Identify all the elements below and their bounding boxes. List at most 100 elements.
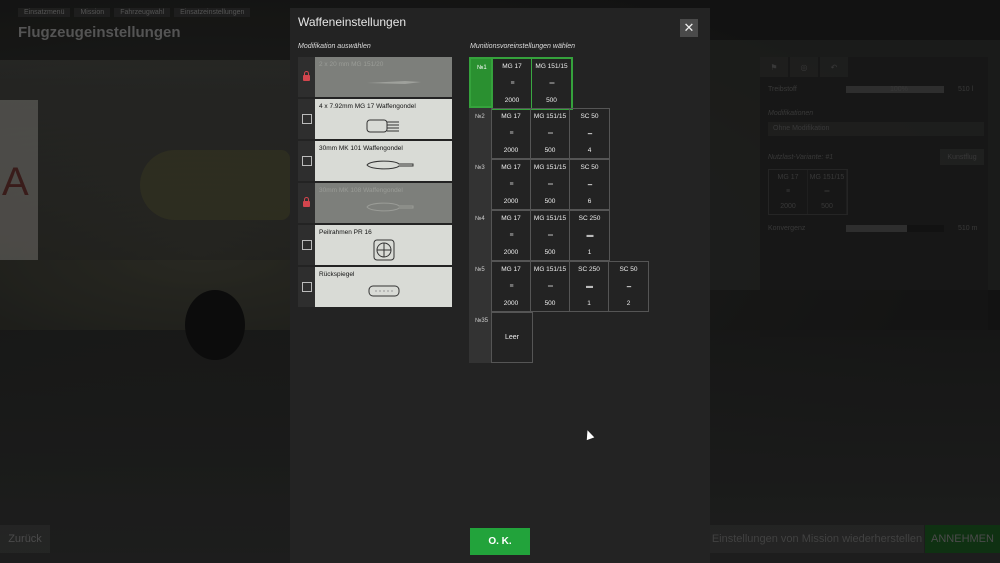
ammo-count: 500	[544, 198, 556, 205]
close-button[interactable]: ✕	[680, 19, 698, 37]
ammo-name: SC 50	[580, 113, 599, 120]
bullet-icon: ≡	[509, 181, 513, 188]
shell-icon: ═	[548, 130, 553, 137]
gun-pod-icon	[366, 119, 399, 133]
ammo-name: SC 50	[580, 164, 599, 171]
shell-icon: ═	[549, 80, 555, 87]
modification-card[interactable]: 4 x 7.92mm MG 17 Waffengondel	[315, 99, 452, 139]
ammo-cell: MG 17 ≡ 2000	[492, 160, 531, 209]
modification-item[interactable]: 30mm MK 108 Waffengondel	[298, 183, 454, 223]
ammo-name: MG 151/15	[533, 113, 567, 120]
ammo-name: MG 151/15	[533, 215, 567, 222]
modification-name: Rückspiegel	[319, 271, 355, 278]
modification-card[interactable]: 30mm MK 108 Waffengondel	[315, 183, 452, 223]
modification-item[interactable]: 4 x 7.92mm MG 17 Waffengondel	[298, 99, 454, 139]
bomb-icon: ━	[587, 181, 592, 189]
cannon-pod-icon	[366, 160, 414, 170]
ammo-cell: MG 151/15 ═ 500	[531, 211, 570, 260]
modification-name: Peilrahmen PR 16	[319, 229, 372, 236]
modification-card[interactable]: Rückspiegel	[315, 267, 452, 307]
preset-number: №5	[469, 261, 491, 312]
ammo-cell: MG 17 ≡ 2000	[493, 59, 532, 108]
preset-3[interactable]: №3 MG 17 ≡ 2000 MG 151/15 ═ 500 SC 50 ━ 6	[469, 159, 649, 211]
bomb-icon: ▬	[586, 283, 593, 290]
empty-loadout: Leer	[504, 334, 519, 341]
ammo-name: SC 250	[578, 266, 600, 273]
ammo-name: MG 151/15	[535, 63, 568, 70]
ammo-count: 2	[626, 300, 631, 307]
shell-icon: ═	[548, 232, 553, 239]
modification-card[interactable]: 30mm MK 101 Waffengondel	[315, 141, 452, 181]
preset-loadout[interactable]: MG 17 ≡ 2000 MG 151/15 ═ 500 SC 250 ▬ 1	[491, 210, 610, 261]
ammo-name: SC 50	[619, 266, 638, 273]
bullet-icon: ≡	[509, 283, 513, 290]
ammo-name: MG 17	[501, 164, 521, 171]
preset-1[interactable]: №1 MG 17 ≡ 2000 MG 151/15 ═ 500	[469, 57, 649, 110]
ammo-name: MG 17	[501, 266, 521, 273]
lock-icon	[298, 57, 315, 97]
preset-4[interactable]: №4 MG 17 ≡ 2000 MG 151/15 ═ 500 SC 250 ▬ 1	[469, 210, 649, 262]
ammo-count: 500	[546, 97, 557, 104]
modification-checkbox[interactable]	[298, 225, 315, 265]
presets-heading: Munitionsvoreinstellungen wählen	[470, 43, 576, 50]
dialog-title: Waffeneinstellungen	[298, 15, 407, 29]
ammo-cell: MG 151/15 ═ 500	[531, 160, 570, 209]
preset-number: №3	[469, 159, 491, 210]
ammo-cell: MG 17 ≡ 2000	[492, 211, 531, 260]
ammo-count: 1	[587, 249, 592, 256]
ammo-count: 2000	[503, 249, 519, 256]
modification-checkbox[interactable]	[298, 99, 315, 139]
modification-name: 30mm MK 108 Waffengondel	[319, 187, 403, 194]
modification-name: 2 x 20 mm MG 151/20	[319, 61, 384, 68]
direction-finder-icon	[373, 239, 395, 261]
modification-item[interactable]: 2 x 20 mm MG 151/20	[298, 57, 454, 97]
modification-card[interactable]: 2 x 20 mm MG 151/20	[315, 57, 452, 97]
ammo-count: 2000	[504, 97, 520, 104]
modification-card[interactable]: Peilrahmen PR 16	[315, 225, 452, 265]
ammo-count: 2000	[503, 147, 519, 154]
shell-icon: ═	[548, 283, 553, 290]
bullet-icon: ≡	[509, 232, 513, 239]
ammo-cell: SC 250 ▬ 1	[570, 211, 609, 260]
ammo-name: MG 17	[502, 63, 522, 70]
ammo-cell: SC 250 ▬ 1	[570, 262, 609, 311]
modification-checkbox[interactable]	[298, 141, 315, 181]
ammo-count: 2000	[503, 198, 519, 205]
preset-2[interactable]: №2 MG 17 ≡ 2000 MG 151/15 ═ 500 SC 50 ━ 4	[469, 108, 649, 160]
preset-loadout[interactable]: Leer	[491, 312, 533, 363]
preset-number: №35	[469, 312, 491, 363]
preset-number: №4	[469, 210, 491, 261]
ammo-name: SC 250	[578, 215, 601, 222]
ammo-cell: MG 17 ≡ 2000	[492, 262, 531, 311]
preset-loadout[interactable]: MG 17 ≡ 2000 MG 151/15 ═ 500 SC 50 ━ 6	[491, 159, 610, 210]
ammo-cell: SC 50 ━ 2	[609, 262, 648, 311]
modification-item[interactable]: 30mm MK 101 Waffengondel	[298, 141, 454, 181]
preset-loadout[interactable]: MG 17 ≡ 2000 MG 151/15 ═ 500 SC 250 ▬ 1 SC 50 ━…	[491, 261, 649, 312]
preset-35[interactable]: №35 Leer	[469, 312, 649, 364]
preset-number: №1	[469, 57, 491, 108]
modification-checkbox[interactable]	[298, 267, 315, 307]
preset-5[interactable]: №5 MG 17 ≡ 2000 MG 151/15 ═ 500 SC 250 ▬ 1 SC …	[469, 261, 649, 313]
bomb-icon: ▬	[586, 232, 594, 239]
cannon-icon	[367, 81, 421, 84]
ok-button[interactable]: O. K.	[470, 528, 530, 555]
ammo-count: 6	[587, 198, 592, 205]
ammo-count: 4	[587, 147, 592, 154]
preset-loadout[interactable]: MG 17 ≡ 2000 MG 151/15 ═ 500	[491, 57, 573, 110]
modification-name: 30mm MK 101 Waffengondel	[319, 145, 403, 152]
ammo-cell: MG 151/15 ═ 500	[532, 59, 571, 108]
modification-name: 4 x 7.92mm MG 17 Waffengondel	[319, 103, 416, 110]
modification-item[interactable]: Rückspiegel	[298, 267, 454, 307]
ammo-cell: MG 151/15 ═ 500	[531, 262, 570, 311]
ammo-cell: MG 17 ≡ 2000	[492, 109, 531, 158]
ammo-count: 2000	[503, 300, 519, 307]
preset-loadout[interactable]: MG 17 ≡ 2000 MG 151/15 ═ 500 SC 50 ━ 4	[491, 108, 610, 159]
ammo-name: MG 151/15	[533, 266, 567, 273]
bullet-icon: ≡	[510, 80, 514, 87]
modification-item[interactable]: Peilrahmen PR 16	[298, 225, 454, 265]
shell-icon: ═	[548, 181, 553, 188]
ammo-name: MG 17	[501, 215, 521, 222]
ammo-cell: SC 50 ━ 4	[570, 109, 609, 158]
weapon-settings-dialog: Waffeneinstellungen ✕ Modifikation auswä…	[290, 8, 710, 563]
ammo-name: MG 151/15	[533, 164, 567, 171]
